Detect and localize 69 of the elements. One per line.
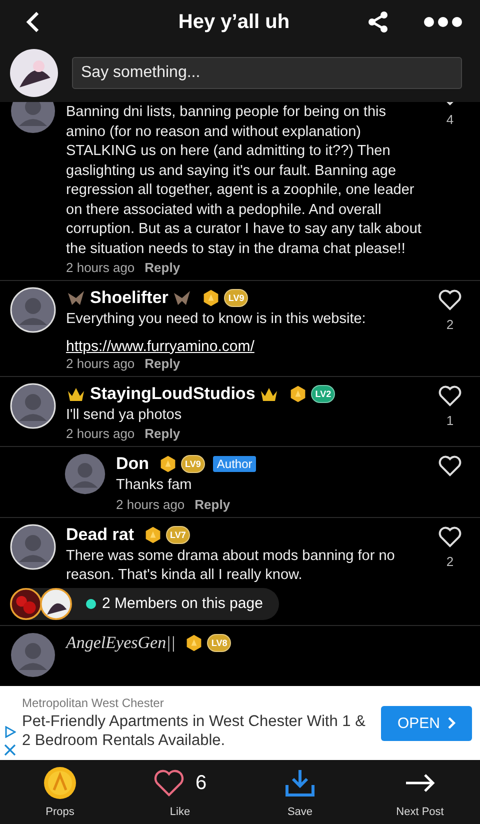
avatar [64,453,106,495]
hexagon-badge-icon [159,455,178,473]
avatar [10,632,56,678]
online-dot [86,598,96,608]
user-name[interactable]: Shoelifter [90,288,168,308]
download-icon [284,768,316,798]
heart-icon[interactable] [438,384,462,406]
comment-text: Everything you need to know is in this website: [66,310,367,329]
user-name[interactable]: Don [116,454,150,474]
reply-link[interactable]: Reply [194,496,230,512]
timestamp: 2 hours ago [66,260,135,275]
avatar [10,49,58,97]
members-pill[interactable]: 2 Members on this page [10,588,279,620]
play-icon[interactable] [4,726,16,738]
avatar [40,588,72,620]
user-name[interactable]: StayingLoudStudios [90,384,256,404]
reply-link[interactable]: Reply [144,260,180,275]
comment-input[interactable]: Say something... [72,57,462,89]
like-button[interactable]: 6 Like [120,760,240,824]
reply-link[interactable]: Reply [144,356,180,370]
level-badge: LV2 [311,384,336,402]
hexagon-badge-icon [144,526,162,544]
props-button[interactable]: Props [0,760,120,824]
comment-text: Banning dni lists, banning people for being on this amino (for no reason and without explanation) STALKING us on here (and admitting to it??) Then gaslighting us and saying it's our fault. Banning age regression all together, agent is a zoophile, one leader on there associated with a pedophile. And overall corruption. But as a curator I have to say any talk about the situation needs to stay in the drama chat please!! [66,103,422,258]
advertiser-name: Metropolitan West Chester [22,696,165,710]
ad-headline: Pet-Friendly Apartments in West Chester With 1 & 2 Bedroom Rentals Available. [22,712,366,750]
avatar [10,382,56,428]
timestamp: 2 hours ago [66,426,135,441]
avatar [10,287,56,333]
hexagon-badge-icon [185,634,204,652]
level-badge: LV8 [207,634,232,652]
bat-icon [66,289,86,307]
open-button[interactable]: OPEN [381,706,472,740]
level-badge: LV9 [224,289,248,307]
user-name[interactable]: Dead rat [66,524,134,544]
like-count: 4 [446,112,454,127]
timestamp: 2 hours ago [66,356,135,370]
next-button[interactable]: Next Post [360,760,480,824]
post-title: Hey y’all uh [177,10,291,34]
author-tag: Author [212,456,256,472]
reply-link[interactable]: Reply [144,426,180,441]
comment-text: I'll send ya photos [66,406,183,424]
heart-icon[interactable] [438,526,462,548]
save-button[interactable]: Save [240,760,360,824]
like-count: 2 [446,317,454,332]
comment-text: There was some drama about mods banning for no reason. That's kinda all I really know. [66,546,396,585]
coin-icon [43,766,77,800]
hexagon-badge-icon [202,289,220,307]
level-badge: LV9 [181,455,205,473]
user-name[interactable]: AngelEyesGen|| [66,632,176,652]
website-link[interactable]: https://www.furryamino.com/ [66,338,254,354]
bat-icon [172,289,192,307]
close-icon[interactable] [4,744,16,756]
arrow-icon [404,773,436,793]
avatar [10,588,42,620]
comment-text: Thanks fam [116,476,193,495]
heart-icon[interactable] [438,289,462,311]
like-count: 1 [446,412,454,428]
hexagon-badge-icon [289,384,308,402]
heart-icon[interactable] [438,455,462,477]
like-count: 2 [446,554,454,568]
members-count: 2 Members on this page [102,595,263,612]
level-badge: LV7 [166,526,190,544]
avatar [10,524,56,570]
heart-icon [153,769,186,797]
more-icon[interactable] [424,17,462,27]
share-icon[interactable] [366,10,390,34]
timestamp: 2 hours ago [116,496,185,512]
chevron-icon [448,717,456,729]
